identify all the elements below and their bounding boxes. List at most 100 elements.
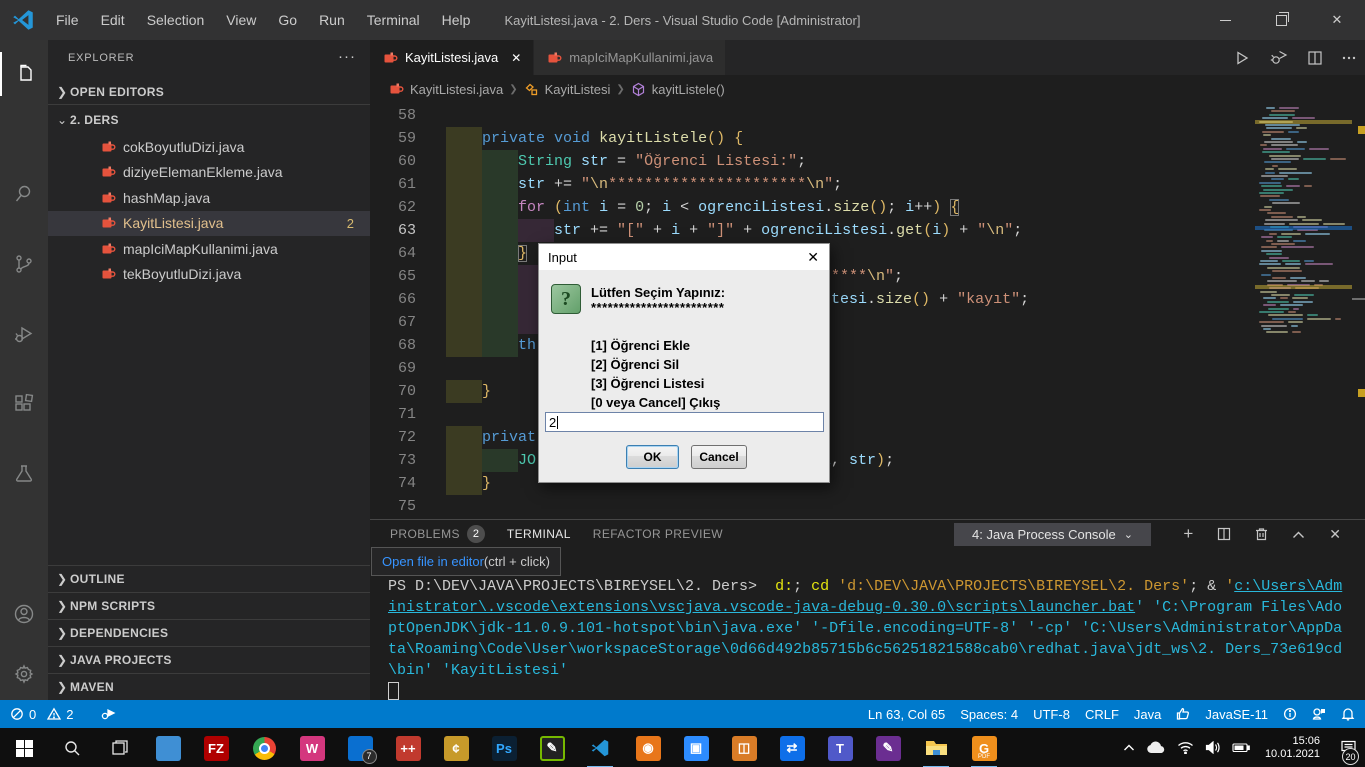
explorer-icon[interactable] — [0, 52, 48, 96]
language-mode[interactable]: Java — [1134, 707, 1161, 722]
terminal-picker[interactable]: 4: Java Process Console ⌄ — [954, 523, 1151, 546]
run-icon[interactable] — [1233, 49, 1251, 67]
feedback-icon[interactable] — [1312, 707, 1326, 721]
ok-button[interactable]: OK — [626, 445, 679, 469]
taskbar-file-explorer[interactable] — [916, 734, 956, 767]
debug-launch-icon[interactable] — [100, 707, 116, 721]
notifications-bell-icon[interactable] — [1341, 707, 1355, 721]
section-dependencies[interactable]: ❯ DEPENDENCIES — [48, 619, 370, 646]
warnings-icon[interactable] — [47, 707, 62, 721]
file-item[interactable]: tekBoyutluDizi.java — [48, 262, 370, 287]
taskbar-pdf-app[interactable]: G PDF — [964, 734, 1004, 767]
split-editor-icon[interactable] — [1307, 50, 1323, 66]
close-button[interactable]: ✕ — [1309, 0, 1365, 40]
errors-icon[interactable] — [10, 707, 24, 721]
indentation[interactable]: Spaces: 4 — [960, 707, 1018, 722]
taskbar-screenshot-app[interactable]: ◉ — [628, 734, 668, 762]
taskbar-photoshop[interactable]: Ps — [484, 734, 524, 762]
menu-edit[interactable]: Edit — [91, 8, 135, 32]
taskbar-start[interactable] — [4, 734, 44, 762]
panel-tab-terminal[interactable]: TERMINAL — [507, 527, 571, 541]
split-terminal-icon[interactable] — [1217, 527, 1231, 541]
code-editor[interactable]: 58 59 private void kayitListele() {60 Strin… — [370, 103, 1365, 519]
section-java-projects[interactable]: ❯ JAVA PROJECTS — [48, 646, 370, 673]
open-file-link[interactable]: Open file in editor — [382, 554, 484, 569]
taskbar-desktop[interactable] — [148, 734, 188, 762]
sidebar-more-icon[interactable]: ··· — [338, 48, 356, 65]
taskbar-search[interactable] — [52, 734, 92, 762]
taskbar-vscode[interactable] — [580, 734, 620, 767]
terminal-output[interactable]: PS D:\DEV\JAVA\PROJECTS\BIREYSEL\2. Ders… — [388, 576, 1358, 702]
overview-ruler[interactable] — [1352, 103, 1365, 519]
file-item[interactable]: KayitListesi.java 2 — [48, 210, 370, 236]
folder-section[interactable]: ⌄ 2. DERS — [48, 108, 370, 132]
taskbar-teamviewer[interactable]: ⇄ — [772, 734, 812, 762]
info-icon[interactable] — [1283, 707, 1297, 721]
section-outline[interactable]: ❯ OUTLINE — [48, 565, 370, 592]
source-control-icon[interactable] — [0, 242, 48, 286]
minimap[interactable] — [1255, 103, 1352, 519]
breadcrumb[interactable]: KayitListesi.java ❯ KayitListesi ❯ kayitList… — [370, 75, 1365, 103]
extensions-icon[interactable] — [0, 382, 48, 426]
tray-clock[interactable]: 15:06 10.01.2021 — [1265, 735, 1320, 761]
action-center-icon[interactable]: 20 — [1331, 728, 1365, 767]
chevron-up-icon[interactable] — [1123, 743, 1135, 753]
tab-close-icon[interactable]: ✕ — [511, 51, 521, 65]
maximize-panel-icon[interactable] — [1292, 530, 1305, 539]
file-item[interactable]: cokBoyutluDizi.java — [48, 134, 370, 159]
minimize-button[interactable] — [1197, 0, 1253, 40]
warning-count[interactable]: 2 — [66, 707, 73, 722]
encoding[interactable]: UTF-8 — [1033, 707, 1070, 722]
taskbar-app-red-plus[interactable]: ++ — [388, 734, 428, 762]
dialog-title-bar[interactable]: Input ✕ — [539, 244, 829, 270]
panel-tab-refactor-preview[interactable]: REFACTOR PREVIEW — [593, 527, 723, 541]
dialog-close-icon[interactable]: ✕ — [807, 249, 819, 266]
breadcrumb-item[interactable]: KayitListesi — [545, 82, 611, 97]
tab-mapIciMapKullanimi.java[interactable]: mapIciMapKullanimi.java — [534, 40, 727, 75]
java-runtime[interactable]: JavaSE-11 — [1205, 707, 1268, 722]
battery-icon[interactable] — [1232, 742, 1250, 753]
section-maven[interactable]: ❯ MAVEN — [48, 673, 370, 700]
taskbar-zoom[interactable]: ▣ — [676, 734, 716, 762]
taskbar-chrome[interactable] — [244, 734, 284, 762]
run-and-debug-icon[interactable] — [0, 312, 48, 356]
taskbar-mail[interactable]: 7 — [340, 734, 380, 764]
volume-icon[interactable] — [1205, 741, 1221, 754]
thumbs-up-icon[interactable] — [1176, 707, 1190, 721]
onedrive-cloud-icon[interactable] — [1146, 741, 1166, 754]
eol[interactable]: CRLF — [1085, 707, 1119, 722]
wifi-icon[interactable] — [1177, 741, 1194, 754]
menu-run[interactable]: Run — [309, 8, 355, 32]
taskbar-teams[interactable]: T — [820, 734, 860, 762]
taskbar-purple-pen-app[interactable]: ✎ — [868, 734, 908, 762]
panel-tab-problems[interactable]: PROBLEMS 2 — [390, 525, 485, 543]
breadcrumb-item[interactable]: kayitListele() — [652, 82, 725, 97]
menu-terminal[interactable]: Terminal — [357, 8, 430, 32]
menu-file[interactable]: File — [46, 8, 89, 32]
menu-go[interactable]: Go — [268, 8, 307, 32]
restore-button[interactable] — [1253, 0, 1309, 40]
tab-KayitListesi.java[interactable]: KayitListesi.java ✕ — [370, 40, 535, 75]
accounts-icon[interactable] — [0, 592, 48, 636]
testing-icon[interactable] — [0, 452, 48, 496]
dialog-text-input[interactable]: 2 — [545, 412, 824, 432]
cancel-button[interactable]: Cancel — [691, 445, 747, 469]
new-terminal-icon[interactable]: + — [1183, 524, 1193, 544]
section-npm-scripts[interactable]: ❯ NPM SCRIPTS — [48, 592, 370, 619]
close-panel-icon[interactable]: ✕ — [1329, 526, 1341, 543]
taskbar-app-green-pen[interactable]: ✎ — [532, 734, 572, 762]
taskbar-filezilla[interactable]: FZ — [196, 734, 236, 762]
taskbar-coins[interactable]: ¢ — [436, 734, 476, 762]
debug-icon[interactable] — [1269, 49, 1289, 67]
file-item[interactable]: hashMap.java — [48, 185, 370, 210]
cursor-position[interactable]: Ln 63, Col 65 — [868, 707, 945, 722]
search-icon[interactable] — [0, 172, 48, 216]
menu-help[interactable]: Help — [432, 8, 481, 32]
taskbar-task-view[interactable] — [100, 734, 140, 762]
menu-selection[interactable]: Selection — [137, 8, 215, 32]
settings-icon[interactable] — [0, 652, 48, 696]
kill-terminal-icon[interactable] — [1255, 527, 1268, 541]
taskbar-app-orange-blue[interactable]: ◫ — [724, 734, 764, 762]
more-actions-icon[interactable] — [1341, 50, 1357, 66]
menu-view[interactable]: View — [216, 8, 266, 32]
